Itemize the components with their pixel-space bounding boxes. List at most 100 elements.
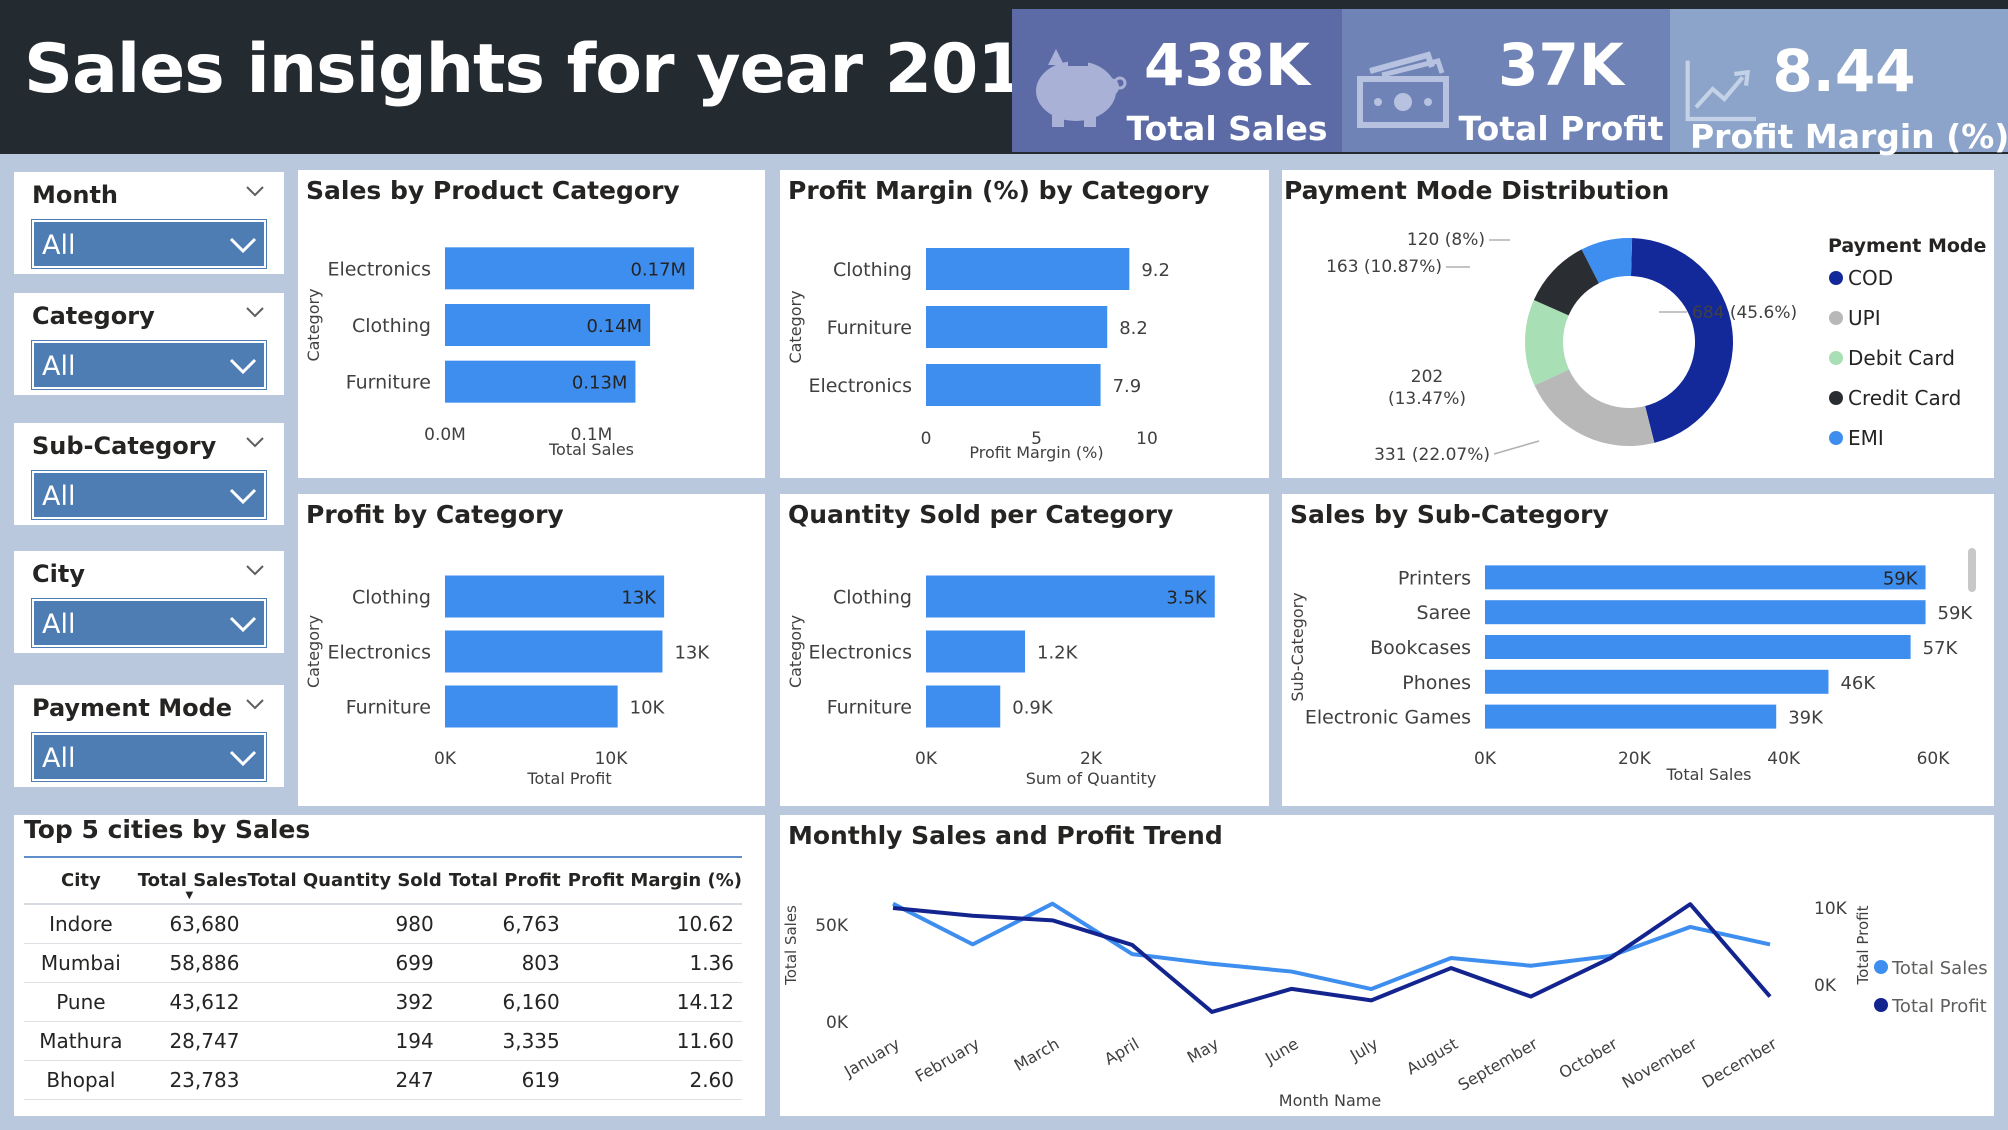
chart-panel-payment-mode: Payment Mode Distribution 684 (45.6%) 331… — [1282, 170, 1994, 478]
table-row[interactable]: Mumbai 58,886 699 803 1.36 — [24, 943, 742, 983]
cell-city: Indore — [24, 904, 138, 944]
column-header-city[interactable]: City — [24, 858, 138, 905]
cash-icon — [1357, 51, 1449, 128]
data-label: 3.5K — [1166, 588, 1208, 609]
column-header-total-profit[interactable]: Total Profit — [441, 858, 568, 905]
x-tick-label: March — [1011, 1034, 1063, 1075]
cell-total-quantity: 247 — [247, 1060, 442, 1100]
column-header-total-quantity[interactable]: Total Quantity Sold — [247, 858, 442, 905]
slicer-category-dropdown[interactable]: All — [31, 340, 267, 390]
chevron-down-icon[interactable] — [244, 180, 266, 202]
chevron-down-icon[interactable] — [244, 301, 266, 323]
category-label: Electronics — [808, 642, 912, 664]
slice-data-label: 331 (22.07%) — [1374, 445, 1490, 465]
donut-slice — [1534, 369, 1655, 447]
slicer-sub-category-title: Sub-Category — [32, 432, 217, 460]
y-axis-title: Category — [786, 290, 805, 363]
bar-chart-sales-by-subcategory: Printers 59K Saree 59K Bookcases 57K Phones 46K… — [1288, 565, 1974, 784]
kpi-total-sales-label: Total Sales — [1126, 109, 1328, 148]
x-tick-label: February — [912, 1034, 983, 1086]
y-axis-title: Total Sales — [782, 905, 800, 986]
slicer-payment-mode-value: All — [42, 743, 76, 774]
table-row[interactable]: Bhopal 23,783 247 619 2.60 — [24, 1060, 742, 1100]
chevron-down-icon[interactable] — [244, 431, 266, 453]
sort-descending-icon: ▼ — [185, 890, 194, 901]
chevron-down-icon[interactable] — [244, 693, 266, 715]
category-label: Furniture — [827, 697, 912, 719]
slicer-payment-mode[interactable]: Payment Mode All — [14, 685, 284, 787]
legend-label: Total Sales — [1891, 958, 1988, 979]
x-tick-label: April — [1101, 1034, 1142, 1069]
column-header-total-sales[interactable]: Total Sales ▼ — [137, 858, 248, 905]
cell-profit-margin: 11.60 — [567, 1021, 742, 1061]
slicer-category-value: All — [42, 351, 76, 382]
table-row[interactable]: Mathura 28,747 194 3,335 11.60 — [24, 1021, 742, 1061]
y-tick-label: 0K — [826, 1013, 849, 1033]
table-row[interactable]: Pune 43,612 392 6,160 14.12 — [24, 982, 742, 1022]
legend-marker — [1829, 391, 1843, 405]
cell-total-sales: 63,680 — [137, 904, 248, 944]
data-label: 0.14M — [586, 316, 642, 337]
chevron-down-icon[interactable] — [244, 559, 266, 581]
slicer-sub-category-dropdown[interactable]: All — [31, 470, 267, 520]
bar — [445, 685, 618, 728]
slice-data-label: 202 — [1411, 367, 1443, 387]
slicer-sub-category[interactable]: Sub-Category All — [14, 423, 284, 525]
slicer-month-dropdown[interactable]: All — [31, 219, 267, 269]
data-label: 1.2K — [1037, 643, 1079, 664]
legend-title: Payment Mode — [1828, 235, 1986, 257]
legend-label: UPI — [1848, 306, 1881, 330]
cell-profit-margin: 10.62 — [567, 904, 742, 944]
category-label: Clothing — [833, 587, 912, 609]
slicer-city-title: City — [32, 560, 85, 588]
bar-chart-quantity-by-category: Clothing 3.5K Electronics 1.2K Furniture 0.9K… — [786, 575, 1215, 788]
scrollbar[interactable] — [1968, 548, 1976, 592]
bar — [1485, 635, 1911, 659]
cell-city: Mumbai — [24, 943, 138, 983]
y2-tick-label: 10K — [1814, 899, 1848, 919]
column-header-profit-margin[interactable]: Profit Margin (%) — [567, 858, 742, 905]
category-label: Clothing — [833, 259, 912, 281]
legend-marker — [1874, 960, 1888, 974]
slicer-month[interactable]: Month All — [14, 172, 284, 274]
slicer-category[interactable]: Category All — [14, 293, 284, 395]
slicer-payment-mode-title: Payment Mode — [32, 694, 233, 722]
cell-total-sales: 43,612 — [137, 982, 248, 1022]
x-tick-label: December — [1699, 1034, 1781, 1092]
cell-total-sales: 28,747 — [137, 1021, 248, 1061]
table-row[interactable]: Indore 63,680 980 6,763 10.62 — [24, 904, 742, 944]
chevron-down-icon — [229, 358, 257, 375]
cell-total-profit: 6,160 — [441, 982, 568, 1022]
chart-title: Monthly Sales and Profit Trend — [788, 821, 1223, 850]
category-label: Printers — [1398, 567, 1471, 589]
legend-marker — [1829, 311, 1843, 325]
series-line — [892, 901, 1771, 992]
data-label: 59K — [1938, 603, 1974, 624]
y-axis-title: Category — [304, 288, 323, 361]
x-axis-title: Month Name — [1279, 1091, 1381, 1110]
cell-profit-margin: 2.60 — [567, 1060, 742, 1100]
slicer-category-title: Category — [32, 302, 155, 330]
data-label: 13K — [674, 643, 710, 664]
table-title: Top 5 cities by Sales — [24, 815, 311, 844]
x-axis-title: Profit Margin (%) — [969, 443, 1103, 462]
x-tick-label: September — [1455, 1034, 1541, 1095]
cell-total-profit: 803 — [441, 943, 568, 983]
slice-data-label: 120 (8%) — [1407, 230, 1485, 250]
slicer-city[interactable]: City All — [14, 551, 284, 653]
data-label: 8.2 — [1119, 318, 1148, 339]
top-cities-table: City Total Sales ▼ Total Quantity Sold To… — [24, 858, 742, 1100]
category-label: Clothing — [352, 315, 431, 337]
slicer-city-dropdown[interactable]: All — [31, 598, 267, 648]
x-tick-label: July — [1346, 1034, 1381, 1065]
legend-marker — [1829, 351, 1843, 365]
legend-marker — [1874, 998, 1888, 1012]
bar — [926, 248, 1130, 290]
data-label: 0.17M — [630, 259, 686, 280]
cell-profit-margin: 1.36 — [567, 943, 742, 983]
slicer-payment-mode-dropdown[interactable]: All — [31, 732, 267, 782]
cell-total-quantity: 392 — [247, 982, 442, 1022]
kpi-profit-margin: 8.44 Profit Margin (%) — [1670, 9, 2008, 156]
cell-total-quantity: 699 — [247, 943, 442, 983]
bar — [926, 685, 1001, 728]
